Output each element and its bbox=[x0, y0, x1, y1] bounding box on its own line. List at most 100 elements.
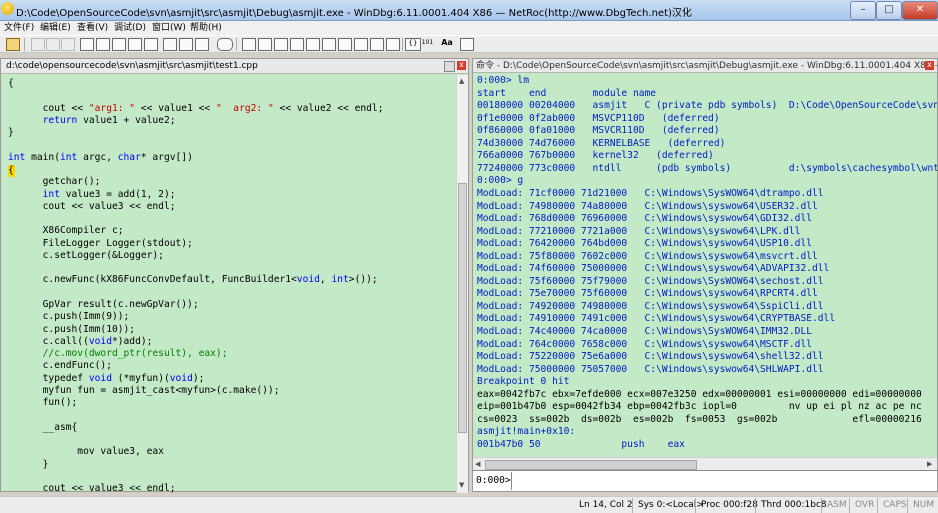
menu-file[interactable]: 文件(F) bbox=[4, 21, 34, 35]
source-line[interactable]: int value3 = add(1, 2); bbox=[8, 189, 176, 201]
source-line[interactable]: cout << value3 << endl; bbox=[8, 201, 176, 213]
toolbar-separator bbox=[236, 38, 237, 51]
close-icon[interactable]: x bbox=[925, 61, 934, 70]
source-line[interactable]: c.newFunc(kX86FuncConvDefault, FuncBuild… bbox=[8, 274, 378, 286]
call-stack-icon[interactable] bbox=[290, 38, 304, 51]
source-line[interactable]: mov value3, eax bbox=[8, 446, 164, 458]
close-icon[interactable]: x bbox=[457, 61, 466, 70]
open-icon[interactable] bbox=[6, 38, 20, 51]
source-line[interactable]: myfun fun = asmjit_cast<myfun>(c.make())… bbox=[8, 385, 280, 397]
menu-help[interactable]: 帮助(H) bbox=[190, 21, 222, 35]
menu-debug[interactable]: 调试(D) bbox=[114, 21, 146, 35]
source-line[interactable]: typedef void (*myfun)(void); bbox=[8, 372, 205, 385]
vertical-scrollbar[interactable]: ▲ ▼ bbox=[456, 75, 468, 493]
source-token: * argv[]) bbox=[140, 151, 193, 163]
output-line: Breakpoint 0 hit bbox=[477, 376, 570, 388]
output-line: 0:000> lm bbox=[477, 75, 529, 86]
source-line[interactable]: cout << value3 << endl; bbox=[8, 483, 176, 493]
source-line[interactable]: c.endFunc(); bbox=[8, 360, 112, 372]
stop-debugging-icon[interactable] bbox=[61, 38, 75, 51]
source-line[interactable]: return value1 + value2; bbox=[8, 115, 176, 127]
source-line[interactable]: } bbox=[8, 459, 49, 471]
scroll-right-icon[interactable]: ▶ bbox=[927, 460, 935, 468]
horizontal-scrollbar[interactable]: ◀ ▶ bbox=[473, 457, 937, 470]
memory-window-icon[interactable] bbox=[274, 38, 288, 51]
output-line: 001b47b0 50 push eax bbox=[477, 438, 685, 450]
step-over-icon[interactable] bbox=[112, 38, 126, 51]
watch-window-icon[interactable] bbox=[195, 38, 209, 51]
source-line[interactable]: c.call((void*)add); bbox=[8, 336, 153, 348]
restart-icon[interactable] bbox=[46, 38, 60, 51]
minimize-button[interactable]: – bbox=[850, 1, 876, 20]
go-icon[interactable] bbox=[31, 38, 45, 51]
source-line[interactable]: } bbox=[8, 127, 14, 139]
registers-window-icon[interactable] bbox=[258, 38, 272, 51]
locals-window-icon[interactable] bbox=[242, 38, 256, 51]
processes-threads-icon[interactable] bbox=[338, 38, 352, 51]
pane-dock-icon[interactable] bbox=[444, 61, 455, 72]
source-token: char bbox=[117, 151, 141, 163]
status-bar: Ln 14, Col 2 Sys 0:<Local> Proc 000:f28 … bbox=[0, 496, 938, 513]
scroll-thumb[interactable] bbox=[485, 460, 697, 470]
source-line[interactable]: { bbox=[8, 164, 15, 177]
source-line[interactable]: { bbox=[8, 78, 14, 90]
hex-display-icon[interactable]: 101 bbox=[421, 38, 434, 49]
source-token: } bbox=[8, 127, 14, 139]
output-line: 77240000 773c0000 ntdll (pdb symbols) d:… bbox=[477, 162, 937, 174]
close-button[interactable]: ✕ bbox=[902, 1, 938, 20]
window-title: D:\Code\OpenSourceCode\svn\asmjit\src\as… bbox=[16, 8, 692, 19]
source-token: ); bbox=[192, 372, 205, 384]
scroll-down-icon[interactable]: ▼ bbox=[459, 481, 466, 489]
output-line: ModLoad: 764c0000 7658c000 C:\Windows\sy… bbox=[477, 338, 813, 350]
source-line[interactable]: int main(int argc, char* argv[]) bbox=[8, 152, 193, 164]
ovr-indicator: OVR bbox=[849, 498, 874, 513]
cursor-position: Ln 14, Col 2 bbox=[579, 500, 633, 510]
source-line[interactable]: //c.mov(dword_ptr(result), eax); bbox=[8, 348, 228, 360]
break-icon[interactable] bbox=[80, 38, 94, 51]
source-token: value1 + value2; bbox=[77, 114, 176, 126]
source-mode-icon[interactable] bbox=[163, 38, 177, 51]
source-line[interactable]: fun(); bbox=[8, 397, 78, 409]
source-line[interactable]: c.push(Imm(10)); bbox=[8, 324, 135, 336]
source-line[interactable]: FileLogger Logger(stdout); bbox=[8, 238, 193, 250]
source-token: (*myfun)( bbox=[111, 372, 170, 384]
step-into-icon[interactable] bbox=[96, 38, 110, 51]
command-window-icon[interactable] bbox=[179, 38, 193, 51]
options-icon[interactable] bbox=[460, 38, 474, 51]
toolbar: {} 101 Aa bbox=[0, 35, 938, 53]
font-icon[interactable]: Aa bbox=[440, 38, 454, 49]
menu-edit[interactable]: 编辑(E) bbox=[40, 21, 71, 35]
source-line[interactable]: __asm{ bbox=[8, 422, 78, 434]
source-token: << value1 << bbox=[135, 102, 216, 114]
menu-view[interactable]: 查看(V) bbox=[77, 21, 108, 35]
command-input[interactable] bbox=[511, 472, 936, 490]
source-token: int bbox=[331, 274, 349, 286]
source-line[interactable]: X86Compiler c; bbox=[8, 225, 124, 237]
source-line[interactable]: c.push(Imm(9)); bbox=[8, 311, 130, 323]
source-line[interactable]: getchar(); bbox=[8, 176, 101, 188]
maximize-button[interactable]: □ bbox=[876, 1, 902, 20]
run-to-cursor-icon[interactable] bbox=[144, 38, 158, 51]
breakpoints-icon[interactable] bbox=[386, 38, 400, 51]
scratch-pad-icon[interactable] bbox=[322, 38, 336, 51]
source-line[interactable]: cout << "arg1: " << value1 << " arg2: " … bbox=[8, 102, 384, 115]
scroll-up-icon[interactable]: ▲ bbox=[459, 77, 466, 85]
output-line: ModLoad: 74980000 74a80000 C:\Windows\sy… bbox=[477, 200, 818, 212]
source-code-view[interactable]: { cout << "arg1: " << value1 << " arg2: … bbox=[1, 75, 456, 493]
scroll-thumb[interactable] bbox=[458, 183, 467, 433]
source-window-header: d:\code\opensourcecode\svn\asmjit\src\as… bbox=[1, 59, 468, 74]
source-token: c.endFunc(); bbox=[8, 360, 112, 372]
step-out-icon[interactable] bbox=[128, 38, 142, 51]
command-browser-icon[interactable] bbox=[354, 38, 368, 51]
disassembly-icon[interactable] bbox=[306, 38, 320, 51]
hand-icon[interactable] bbox=[217, 38, 233, 51]
menu-window[interactable]: 窗口(W) bbox=[152, 21, 186, 35]
output-line: ModLoad: 71cf0000 71d21000 C:\Windows\Sy… bbox=[477, 187, 824, 199]
source-line[interactable]: GpVar result(c.newGpVar()); bbox=[8, 299, 199, 311]
output-icon[interactable] bbox=[370, 38, 384, 51]
output-line: ModLoad: 74f60000 75000000 C:\Windows\sy… bbox=[477, 263, 830, 275]
source-line[interactable]: c.setLogger(&Logger); bbox=[8, 250, 164, 262]
command-output[interactable]: 0:000> lm start end module name 00180000 0… bbox=[473, 74, 937, 457]
source-mode-toggle-icon[interactable]: {} bbox=[405, 38, 421, 51]
scroll-left-icon[interactable]: ◀ bbox=[475, 460, 483, 468]
